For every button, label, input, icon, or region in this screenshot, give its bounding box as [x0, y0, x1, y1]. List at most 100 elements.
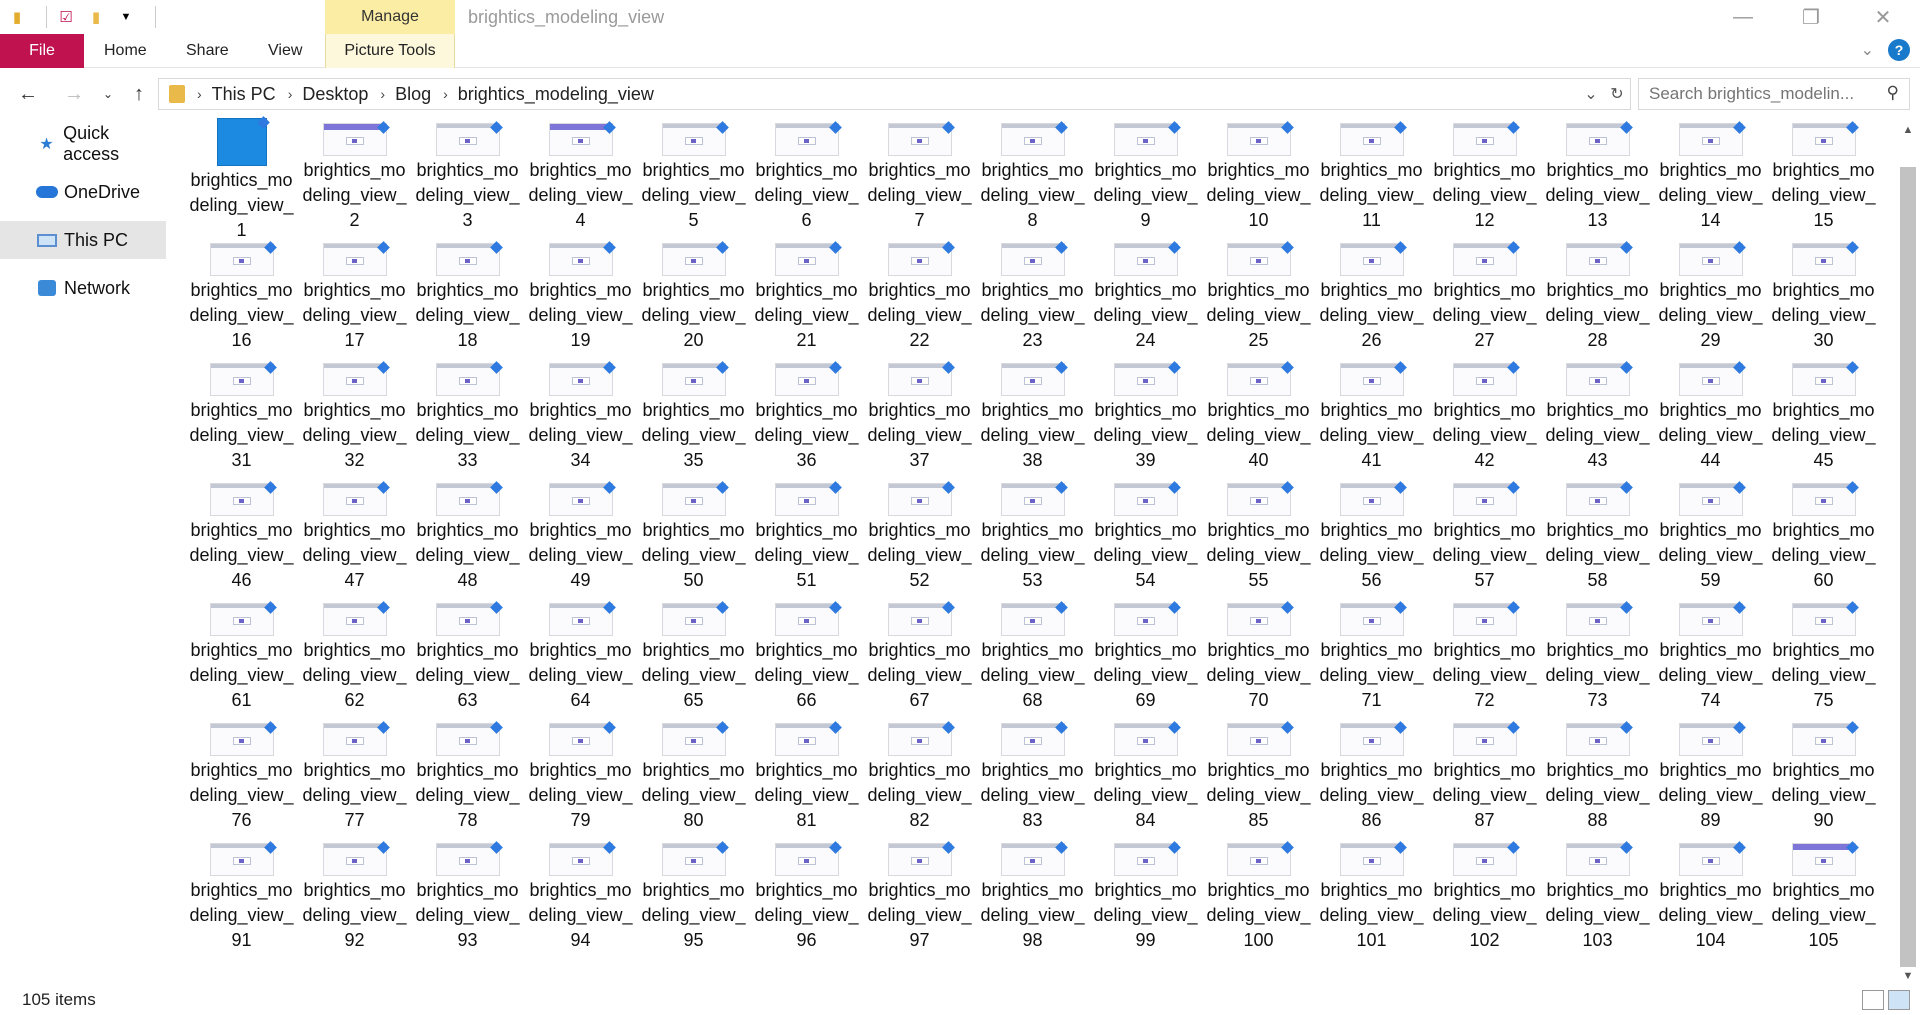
file-item[interactable]: brightics_modeling_view_51: [750, 473, 863, 593]
file-item[interactable]: brightics_modeling_view_46: [185, 473, 298, 593]
file-item[interactable]: brightics_modeling_view_29: [1654, 233, 1767, 353]
file-item[interactable]: brightics_modeling_view_22: [863, 233, 976, 353]
properties-icon[interactable]: ☑: [55, 6, 77, 28]
file-item[interactable]: brightics_modeling_view_83: [976, 713, 1089, 833]
file-item[interactable]: brightics_modeling_view_30: [1767, 233, 1880, 353]
nav-item-onedrive[interactable]: OneDrive: [0, 173, 166, 211]
file-item[interactable]: brightics_modeling_view_82: [863, 713, 976, 833]
file-item[interactable]: brightics_modeling_view_50: [637, 473, 750, 593]
file-item[interactable]: brightics_modeling_view_58: [1541, 473, 1654, 593]
file-item[interactable]: brightics_modeling_view_43: [1541, 353, 1654, 473]
file-item[interactable]: brightics_modeling_view_38: [976, 353, 1089, 473]
file-item[interactable]: brightics_modeling_view_33: [411, 353, 524, 473]
file-item[interactable]: brightics_modeling_view_103: [1541, 833, 1654, 953]
expand-ribbon-icon[interactable]: ⌄: [1861, 40, 1874, 60]
file-item[interactable]: brightics_modeling_view_2: [298, 113, 411, 233]
file-item[interactable]: brightics_modeling_view_66: [750, 593, 863, 713]
file-item[interactable]: brightics_modeling_view_9: [1089, 113, 1202, 233]
file-item[interactable]: brightics_modeling_view_88: [1541, 713, 1654, 833]
tab-file[interactable]: File: [0, 34, 84, 68]
file-item[interactable]: brightics_modeling_view_12: [1428, 113, 1541, 233]
file-item[interactable]: brightics_modeling_view_63: [411, 593, 524, 713]
file-item[interactable]: brightics_modeling_view_79: [524, 713, 637, 833]
minimize-button[interactable]: —: [1712, 0, 1774, 34]
file-item[interactable]: brightics_modeling_view_56: [1315, 473, 1428, 593]
file-item[interactable]: brightics_modeling_view_95: [637, 833, 750, 953]
nav-item-network[interactable]: Network: [0, 269, 166, 307]
file-item[interactable]: brightics_modeling_view_10: [1202, 113, 1315, 233]
close-button[interactable]: ✕: [1852, 0, 1914, 34]
scroll-up-icon[interactable]: ▲: [1896, 119, 1920, 141]
file-item[interactable]: brightics_modeling_view_42: [1428, 353, 1541, 473]
search-input[interactable]: [1649, 84, 1869, 104]
file-item[interactable]: brightics_modeling_view_71: [1315, 593, 1428, 713]
file-item[interactable]: brightics_modeling_view_81: [750, 713, 863, 833]
file-item[interactable]: brightics_modeling_view_53: [976, 473, 1089, 593]
up-button[interactable]: ↑: [124, 75, 154, 113]
file-item[interactable]: brightics_modeling_view_6: [750, 113, 863, 233]
file-item[interactable]: brightics_modeling_view_23: [976, 233, 1089, 353]
file-item[interactable]: brightics_modeling_view_44: [1654, 353, 1767, 473]
file-item[interactable]: brightics_modeling_view_49: [524, 473, 637, 593]
file-item[interactable]: brightics_modeling_view_3: [411, 113, 524, 233]
file-item[interactable]: brightics_modeling_view_41: [1315, 353, 1428, 473]
file-item[interactable]: brightics_modeling_view_85: [1202, 713, 1315, 833]
file-item[interactable]: brightics_modeling_view_21: [750, 233, 863, 353]
file-item[interactable]: brightics_modeling_view_100: [1202, 833, 1315, 953]
nav-item-this-pc[interactable]: This PC: [0, 221, 166, 259]
file-item[interactable]: brightics_modeling_view_47: [298, 473, 411, 593]
manage-tab[interactable]: Manage: [325, 0, 455, 34]
search-icon[interactable]: ⚲: [1887, 83, 1899, 103]
tab-picture-tools[interactable]: Picture Tools: [325, 34, 455, 68]
breadcrumb-current-folder[interactable]: brightics_modeling_view: [458, 84, 654, 105]
file-item[interactable]: brightics_modeling_view_93: [411, 833, 524, 953]
file-item[interactable]: brightics_modeling_view_69: [1089, 593, 1202, 713]
file-item[interactable]: brightics_modeling_view_80: [637, 713, 750, 833]
file-item[interactable]: brightics_modeling_view_77: [298, 713, 411, 833]
file-item[interactable]: brightics_modeling_view_11: [1315, 113, 1428, 233]
file-item[interactable]: brightics_modeling_view_52: [863, 473, 976, 593]
file-item[interactable]: brightics_modeling_view_98: [976, 833, 1089, 953]
file-item[interactable]: brightics_modeling_view_105: [1767, 833, 1880, 953]
address-bar[interactable]: › This PC › Desktop › Blog › brightics_m…: [158, 78, 1631, 110]
scrollbar-thumb[interactable]: [1900, 167, 1916, 967]
breadcrumb-separator-icon[interactable]: ›: [197, 86, 202, 102]
file-item[interactable]: brightics_modeling_view_78: [411, 713, 524, 833]
file-item[interactable]: brightics_modeling_view_15: [1767, 113, 1880, 233]
file-item[interactable]: brightics_modeling_view_67: [863, 593, 976, 713]
file-item[interactable]: brightics_modeling_view_73: [1541, 593, 1654, 713]
file-item[interactable]: brightics_modeling_view_35: [637, 353, 750, 473]
file-item[interactable]: brightics_modeling_view_19: [524, 233, 637, 353]
maximize-button[interactable]: ❐: [1780, 0, 1842, 34]
file-item[interactable]: brightics_modeling_view_70: [1202, 593, 1315, 713]
file-item[interactable]: brightics_modeling_view_62: [298, 593, 411, 713]
help-icon[interactable]: ?: [1888, 39, 1910, 61]
file-item[interactable]: brightics_modeling_view_65: [637, 593, 750, 713]
vertical-scrollbar[interactable]: ▲ ▼: [1896, 119, 1920, 987]
file-item[interactable]: brightics_modeling_view_16: [185, 233, 298, 353]
file-item[interactable]: brightics_modeling_view_20: [637, 233, 750, 353]
file-item[interactable]: brightics_modeling_view_45: [1767, 353, 1880, 473]
file-item[interactable]: brightics_modeling_view_13: [1541, 113, 1654, 233]
breadcrumb-desktop[interactable]: Desktop: [302, 84, 368, 105]
file-item[interactable]: brightics_modeling_view_60: [1767, 473, 1880, 593]
file-item[interactable]: brightics_modeling_view_36: [750, 353, 863, 473]
file-item[interactable]: brightics_modeling_view_90: [1767, 713, 1880, 833]
file-item[interactable]: brightics_modeling_view_104: [1654, 833, 1767, 953]
file-item[interactable]: brightics_modeling_view_8: [976, 113, 1089, 233]
file-item[interactable]: brightics_modeling_view_26: [1315, 233, 1428, 353]
file-item[interactable]: brightics_modeling_view_40: [1202, 353, 1315, 473]
back-button[interactable]: ←: [10, 75, 46, 113]
file-item[interactable]: brightics_modeling_view_72: [1428, 593, 1541, 713]
file-item[interactable]: brightics_modeling_view_25: [1202, 233, 1315, 353]
file-item[interactable]: brightics_modeling_view_91: [185, 833, 298, 953]
file-item[interactable]: brightics_modeling_view_96: [750, 833, 863, 953]
file-item[interactable]: brightics_modeling_view_102: [1428, 833, 1541, 953]
file-item[interactable]: brightics_modeling_view_68: [976, 593, 1089, 713]
file-item[interactable]: brightics_modeling_view_18: [411, 233, 524, 353]
file-item[interactable]: brightics_modeling_view_17: [298, 233, 411, 353]
breadcrumb-blog[interactable]: Blog: [395, 84, 431, 105]
breadcrumb-separator-icon[interactable]: ›: [380, 86, 385, 102]
tab-share[interactable]: Share: [186, 34, 229, 68]
details-view-icon[interactable]: [1862, 990, 1884, 1010]
